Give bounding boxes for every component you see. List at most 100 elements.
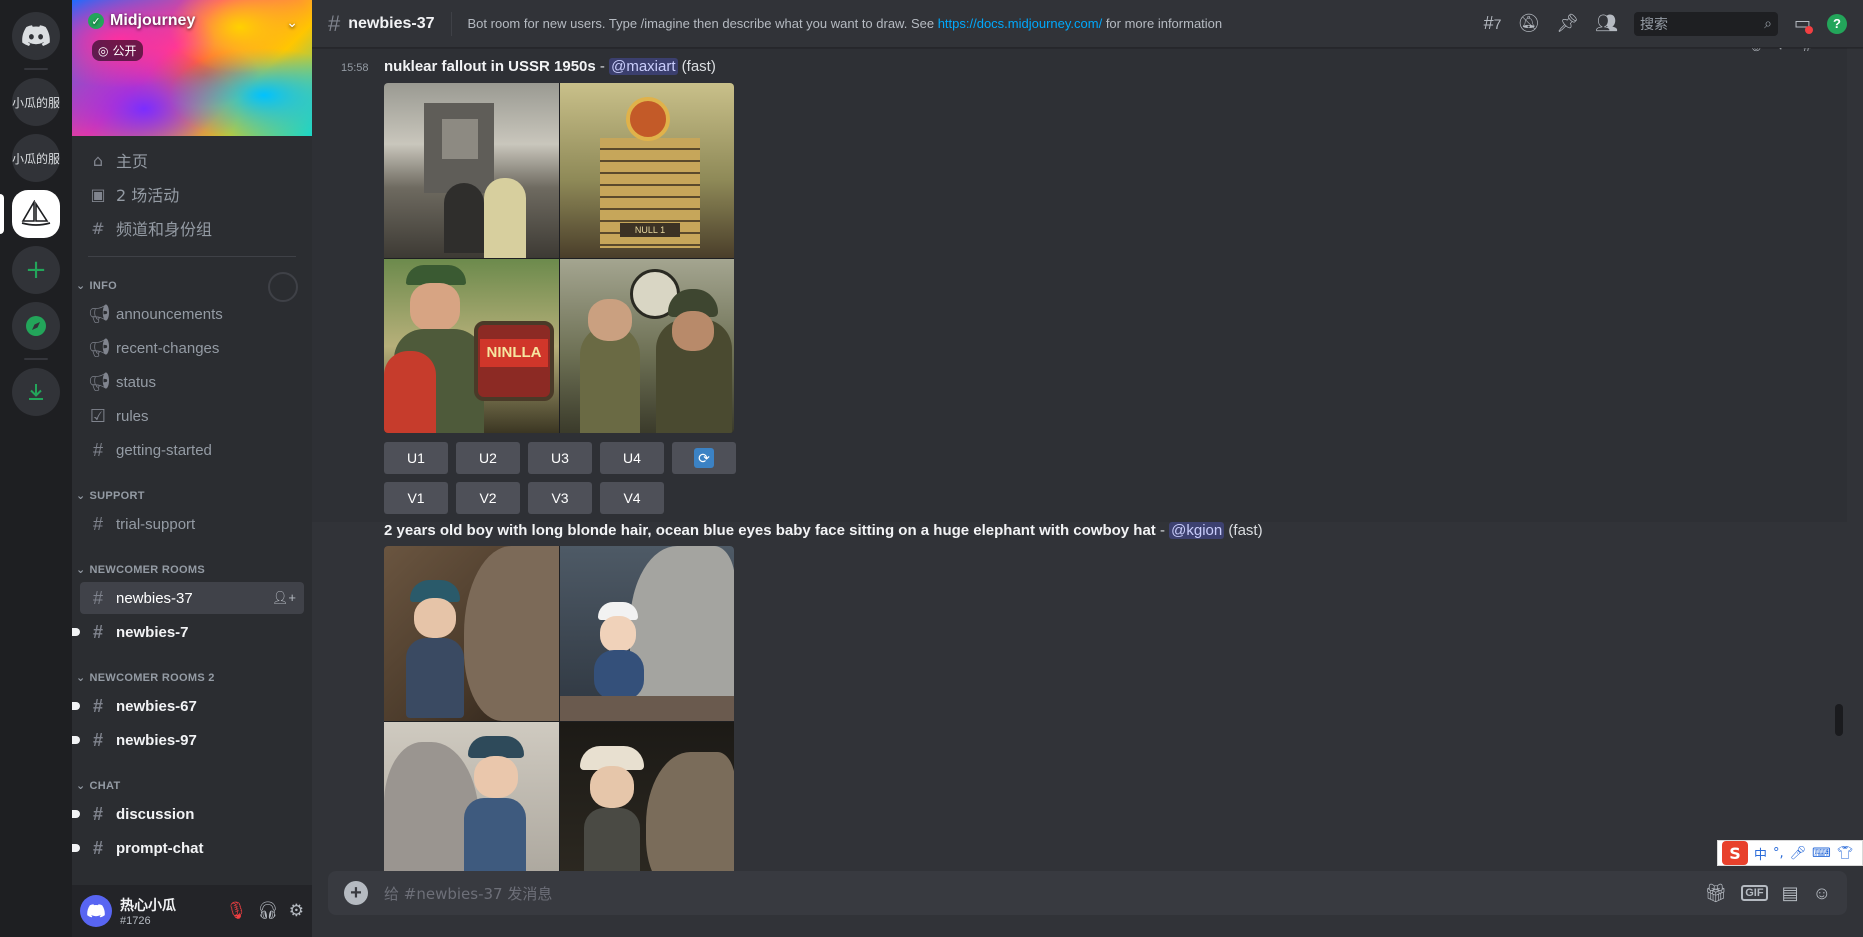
docs-link[interactable]: https://docs.midjourney.com/ [938,16,1103,31]
inbox-icon[interactable]: ▭ [1794,13,1814,34]
add-reaction-icon[interactable]: ☺ [1749,48,1763,55]
category-support[interactable]: ⌄ SUPPORT [76,489,145,503]
gif-button[interactable]: GIF [1741,885,1768,901]
discord-home-button[interactable] [12,12,60,60]
explore-servers-button[interactable] [12,302,60,350]
channel-topic[interactable]: Bot room for new users. Type /imagine th… [468,16,1223,31]
microphone-icon[interactable]: 🎤︎ [1790,846,1807,861]
u2-button[interactable]: U2 [456,442,520,474]
category-newcomer-rooms[interactable]: ⌄ NEWCOMER ROOMS [76,563,205,577]
grid-image-4[interactable] [560,722,734,871]
discord-window: 小瓜的服 小瓜的服 + ✓ Midjourney ⌄ ◎ 公开 ⌂ 主页 ▣ 2… [0,0,1863,937]
gift-icon[interactable]: 🎁︎ [1704,883,1727,904]
category-info[interactable]: ⌄ INFO [76,279,117,293]
category-newcomer-rooms-2[interactable]: ⌄ NEWCOMER ROOMS 2 [76,671,215,685]
compass-icon [26,316,46,336]
v4-button[interactable]: V4 [600,482,664,514]
mic-muted-icon[interactable]: 🎙︎ [226,901,248,921]
sidebar-divider [88,256,296,257]
avatar[interactable] [80,895,112,927]
channel-prompt-chat[interactable]: # prompt-chat [72,832,304,864]
v2-button[interactable]: V2 [456,482,520,514]
add-member-icon[interactable]: 👤︎+ [272,590,296,606]
help-icon[interactable]: ? [1827,13,1847,34]
rail-separator [24,68,48,70]
grid-image-1[interactable] [384,546,559,721]
punctuation-icon[interactable]: °, [1773,846,1784,861]
channel-rules[interactable]: ☑ rules [80,400,304,432]
skin-icon[interactable]: 👕︎ [1837,846,1854,861]
mute-notifications-icon[interactable]: 🔕︎ [1517,13,1540,34]
server-header[interactable]: ✓ Midjourney [88,12,195,30]
member-list-icon[interactable]: 👥︎ [1595,13,1618,34]
grid-image-4[interactable] [560,259,734,433]
sign-text: NINLLA [480,339,548,367]
server-icon-xiaogua-2[interactable]: 小瓜的服 [12,134,60,182]
pin-icon[interactable]: 📌︎ [1556,13,1579,34]
reroll-button[interactable]: ⟳ [672,442,736,474]
headphones-icon[interactable]: 🎧︎ [257,901,279,921]
threads-button[interactable]: #7 [1484,13,1502,34]
channel-newbies-7[interactable]: # newbies-7 [72,616,304,648]
keyboard-icon[interactable]: ⌨ [1812,846,1831,861]
channels-roles-icon: # [91,218,105,238]
u3-button[interactable]: U3 [528,442,592,474]
sogou-logo-icon: S [1722,841,1748,865]
u4-button[interactable]: U4 [600,442,664,474]
server-icon-midjourney[interactable] [12,190,60,238]
v3-button[interactable]: V3 [528,482,592,514]
download-apps-button[interactable] [12,368,60,416]
threads-count: 7 [1493,16,1502,32]
search-input[interactable]: 搜索 ⌕ [1633,11,1778,36]
attach-plus-button[interactable]: + [344,881,368,905]
u1-button[interactable]: U1 [384,442,448,474]
grid-image-2[interactable]: NULL 1 [560,83,734,258]
create-thread-icon[interactable]: # [1803,48,1811,55]
category-label: CHAT [89,779,121,792]
channel-title: newbies-37 [348,14,435,32]
scrollbar-thumb[interactable] [1835,704,1843,736]
rail-separator [24,358,48,360]
rules-checkbox-icon: ☑ [89,405,107,426]
server-icon-xiaogua-1[interactable]: 小瓜的服 [12,78,60,126]
grid-image-1[interactable] [384,83,559,258]
server-banner[interactable]: ✓ Midjourney ⌄ ◎ 公开 [72,0,312,136]
reply-icon[interactable]: ↩ [1777,48,1789,55]
channel-recent-changes[interactable]: 📢︎ recent-changes [80,332,304,364]
channel-discussion[interactable]: # discussion [72,798,304,830]
emoji-icon[interactable]: ☺ [1813,883,1831,904]
category-chat[interactable]: ⌄ CHAT [76,779,121,793]
channel-trial-support[interactable]: # trial-support [80,508,304,540]
message-input[interactable]: 给 #newbies-37 发消息 [384,883,1704,904]
grid-image-3[interactable] [384,722,559,871]
nav-channels-roles[interactable]: # 频道和身份组 [80,212,304,244]
ime-toolbar[interactable]: S 中 °, 🎤︎ ⌨ 👕︎ [1717,840,1863,866]
add-server-button[interactable]: + [12,246,60,294]
channel-newbies-37[interactable]: # newbies-37 👤︎+ [80,582,304,614]
unread-indicator [72,736,80,744]
message-item[interactable]: 2 years old boy with long blonde hair, o… [312,522,1847,871]
user-info[interactable]: 热心小瓜 #1726 [120,895,176,927]
ime-mode-label[interactable]: 中 [1754,844,1767,863]
channel-getting-started[interactable]: # getting-started [80,434,304,466]
channel-newbies-97[interactable]: # newbies-97 [72,724,304,756]
channel-announcements[interactable]: 📢︎ announcements [80,298,304,330]
more-options-icon[interactable]: ⋯ [1825,48,1839,55]
image-grid[interactable] [384,546,734,871]
chevron-down-icon[interactable]: ⌄ [286,14,298,31]
v1-button[interactable]: V1 [384,482,448,514]
nav-events[interactable]: ▣ 2 场活动 [80,178,304,210]
verified-check-icon: ✓ [88,13,104,29]
user-mention[interactable]: @kgion [1169,522,1225,539]
grid-image-3[interactable]: NINLLA [384,259,559,433]
grid-image-2[interactable] [560,546,734,721]
gear-icon[interactable]: ⚙ [289,901,304,921]
channel-newbies-67[interactable]: # newbies-67 [72,690,304,722]
nav-home[interactable]: ⌂ 主页 [80,144,304,176]
hash-icon: # [92,803,103,824]
sticker-icon[interactable]: ▤ [1782,883,1799,904]
image-grid[interactable]: NULL 1 NINLLA [384,83,734,433]
message-item[interactable]: ☺ ↩ # ⋯ 15:58 nuklear fallout in USSR 19… [312,48,1847,522]
channel-status[interactable]: 📢︎ status [80,366,304,398]
user-mention[interactable]: @maxiart [609,58,678,75]
